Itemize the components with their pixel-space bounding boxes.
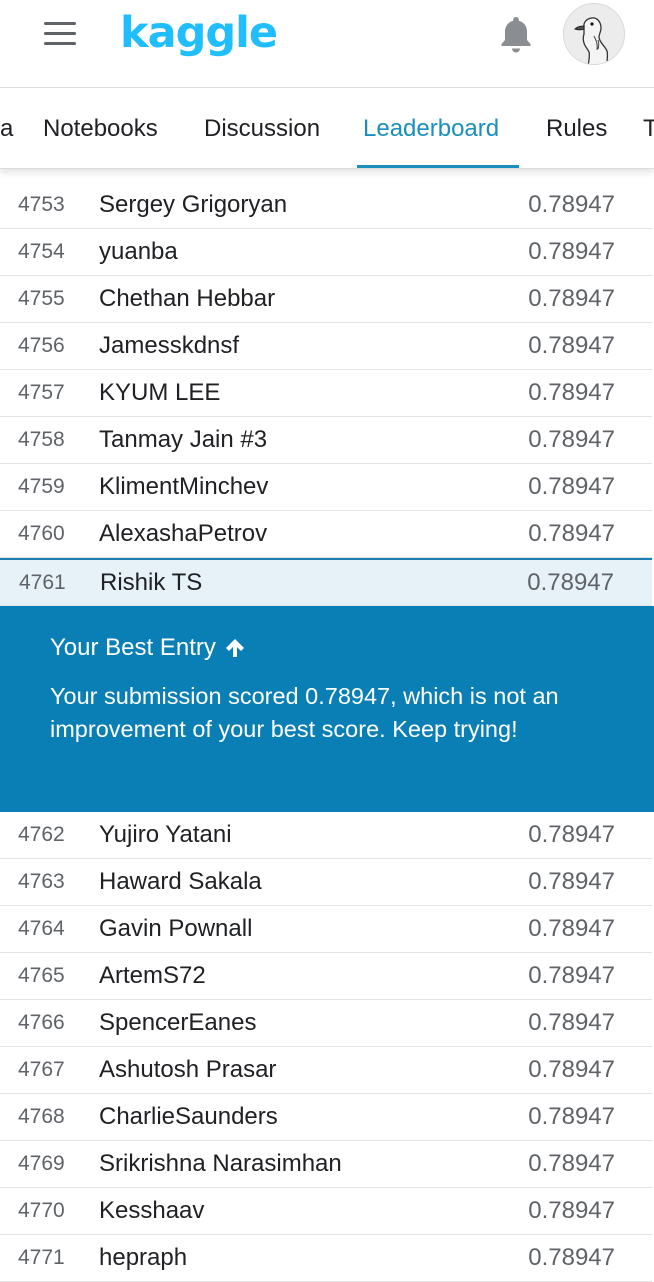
score: 0.78947 bbox=[528, 1056, 615, 1083]
rank: 4768 bbox=[18, 1105, 65, 1128]
tab-discussion[interactable]: Discussion bbox=[204, 115, 320, 143]
team-name[interactable]: ArtemS72 bbox=[99, 962, 206, 990]
rank: 4763 bbox=[18, 870, 65, 893]
team-name[interactable]: AlexashaPetrov bbox=[99, 520, 267, 548]
score: 0.78947 bbox=[528, 1244, 615, 1271]
team-name[interactable]: yuanba bbox=[99, 238, 178, 266]
leaderboard-list: 4753 Sergey Grigoryan 0.78947 4754 yuanba 0.7… bbox=[0, 182, 654, 1282]
active-tab-indicator bbox=[357, 165, 519, 168]
tab-rules[interactable]: Rules bbox=[546, 115, 607, 143]
score: 0.78947 bbox=[528, 426, 615, 453]
rank: 4766 bbox=[18, 1011, 65, 1034]
rank: 4757 bbox=[18, 381, 65, 404]
score: 0.78947 bbox=[528, 520, 615, 547]
score: 0.78947 bbox=[528, 379, 615, 406]
leaderboard-row[interactable]: 4764 Gavin Pownall 0.78947 bbox=[0, 906, 652, 953]
leaderboard-row[interactable]: 4762 Yujiro Yatani 0.78947 bbox=[0, 812, 652, 859]
rank: 4753 bbox=[18, 193, 65, 216]
rank: 4754 bbox=[18, 240, 65, 263]
leaderboard-row[interactable]: 4754 yuanba 0.78947 bbox=[0, 229, 652, 276]
tab-notebooks[interactable]: Notebooks bbox=[43, 115, 158, 143]
score: 0.78947 bbox=[528, 821, 615, 848]
leaderboard-row[interactable]: 4770 Kesshaav 0.78947 bbox=[0, 1188, 652, 1235]
team-name[interactable]: Rishik TS bbox=[100, 569, 202, 597]
rank: 4756 bbox=[18, 334, 65, 357]
score: 0.78947 bbox=[528, 1197, 615, 1224]
rank: 4762 bbox=[18, 823, 65, 846]
leaderboard-row[interactable]: 4758 Tanmay Jain #3 0.78947 bbox=[0, 417, 652, 464]
leaderboard-row[interactable]: 4769 Srikrishna Narasimhan 0.78947 bbox=[0, 1141, 652, 1188]
team-name[interactable]: Sergey Grigoryan bbox=[99, 191, 287, 219]
score: 0.78947 bbox=[528, 191, 615, 218]
leaderboard-row[interactable]: 4759 KlimentMinchev 0.78947 bbox=[0, 464, 652, 511]
team-name[interactable]: Gavin Pownall bbox=[99, 915, 252, 943]
score: 0.78947 bbox=[528, 285, 615, 312]
score: 0.78947 bbox=[528, 238, 615, 265]
leaderboard-row[interactable]: 4768 CharlieSaunders 0.78947 bbox=[0, 1094, 652, 1141]
team-name[interactable]: Haward Sakala bbox=[99, 868, 262, 896]
rank: 4765 bbox=[18, 964, 65, 987]
score: 0.78947 bbox=[528, 962, 615, 989]
top-app-bar: kaggle bbox=[0, 0, 654, 88]
team-name[interactable]: hepraph bbox=[99, 1244, 187, 1272]
leaderboard-row[interactable]: 4766 SpencerEanes 0.78947 bbox=[0, 1000, 652, 1047]
score: 0.78947 bbox=[528, 1103, 615, 1130]
rank: 4758 bbox=[18, 428, 65, 451]
tab-data[interactable]: a bbox=[0, 115, 13, 143]
team-name[interactable]: Jamesskdnsf bbox=[99, 332, 239, 360]
leaderboard-row[interactable]: 4771 hepraph 0.78947 bbox=[0, 1235, 652, 1282]
score: 0.78947 bbox=[528, 1150, 615, 1177]
team-name[interactable]: KYUM LEE bbox=[99, 379, 220, 407]
banner-title-row: Your Best Entry bbox=[50, 634, 604, 662]
rank: 4755 bbox=[18, 287, 65, 310]
rank: 4759 bbox=[18, 475, 65, 498]
score: 0.78947 bbox=[528, 332, 615, 359]
menu-icon[interactable] bbox=[44, 22, 76, 46]
team-name[interactable]: Ashutosh Prasar bbox=[99, 1056, 276, 1084]
leaderboard-row[interactable]: 4763 Haward Sakala 0.78947 bbox=[0, 859, 652, 906]
leaderboard-row[interactable]: 4757 KYUM LEE 0.78947 bbox=[0, 370, 652, 417]
user-avatar[interactable] bbox=[563, 3, 625, 65]
team-name[interactable]: CharlieSaunders bbox=[99, 1103, 278, 1131]
kaggle-logo[interactable]: kaggle bbox=[120, 8, 278, 58]
rank: 4769 bbox=[18, 1152, 65, 1175]
team-name[interactable]: Kesshaav bbox=[99, 1197, 204, 1225]
leaderboard-row[interactable]: 4765 ArtemS72 0.78947 bbox=[0, 953, 652, 1000]
rank: 4767 bbox=[18, 1058, 65, 1081]
notifications-bell-icon[interactable] bbox=[498, 14, 534, 54]
score: 0.78947 bbox=[527, 569, 614, 596]
rank: 4764 bbox=[18, 917, 65, 940]
team-name[interactable]: Chethan Hebbar bbox=[99, 285, 275, 313]
arrow-up-icon bbox=[225, 639, 244, 657]
team-name[interactable]: Tanmay Jain #3 bbox=[99, 426, 267, 454]
leaderboard-row[interactable]: 4767 Ashutosh Prasar 0.78947 bbox=[0, 1047, 652, 1094]
best-entry-banner: Your Best Entry Your submission scored 0… bbox=[0, 606, 654, 812]
banner-title: Your Best Entry bbox=[50, 634, 216, 661]
leaderboard-row[interactable]: 4753 Sergey Grigoryan 0.78947 bbox=[0, 182, 652, 229]
competition-tabs: a Notebooks Discussion Leaderboard Rules… bbox=[0, 89, 654, 169]
banner-message: Your submission scored 0.78947, which is… bbox=[50, 683, 559, 742]
rank: 4771 bbox=[18, 1246, 65, 1269]
leaderboard-row[interactable]: 4760 AlexashaPetrov 0.78947 bbox=[0, 511, 652, 558]
score: 0.78947 bbox=[528, 915, 615, 942]
score: 0.78947 bbox=[528, 473, 615, 500]
my-leaderboard-row[interactable]: 4761 Rishik TS 0.78947 bbox=[0, 558, 652, 606]
leaderboard-row[interactable]: 4756 Jamesskdnsf 0.78947 bbox=[0, 323, 652, 370]
team-name[interactable]: SpencerEanes bbox=[99, 1009, 256, 1037]
tab-team[interactable]: T bbox=[643, 115, 654, 143]
rank: 4770 bbox=[18, 1199, 65, 1222]
score: 0.78947 bbox=[528, 868, 615, 895]
team-name[interactable]: Yujiro Yatani bbox=[99, 821, 232, 849]
leaderboard-row[interactable]: 4755 Chethan Hebbar 0.78947 bbox=[0, 276, 652, 323]
rank: 4760 bbox=[18, 522, 65, 545]
team-name[interactable]: Srikrishna Narasimhan bbox=[99, 1150, 342, 1178]
team-name[interactable]: KlimentMinchev bbox=[99, 473, 268, 501]
score: 0.78947 bbox=[528, 1009, 615, 1036]
tab-leaderboard[interactable]: Leaderboard bbox=[363, 115, 499, 143]
rank: 4761 bbox=[19, 571, 66, 594]
